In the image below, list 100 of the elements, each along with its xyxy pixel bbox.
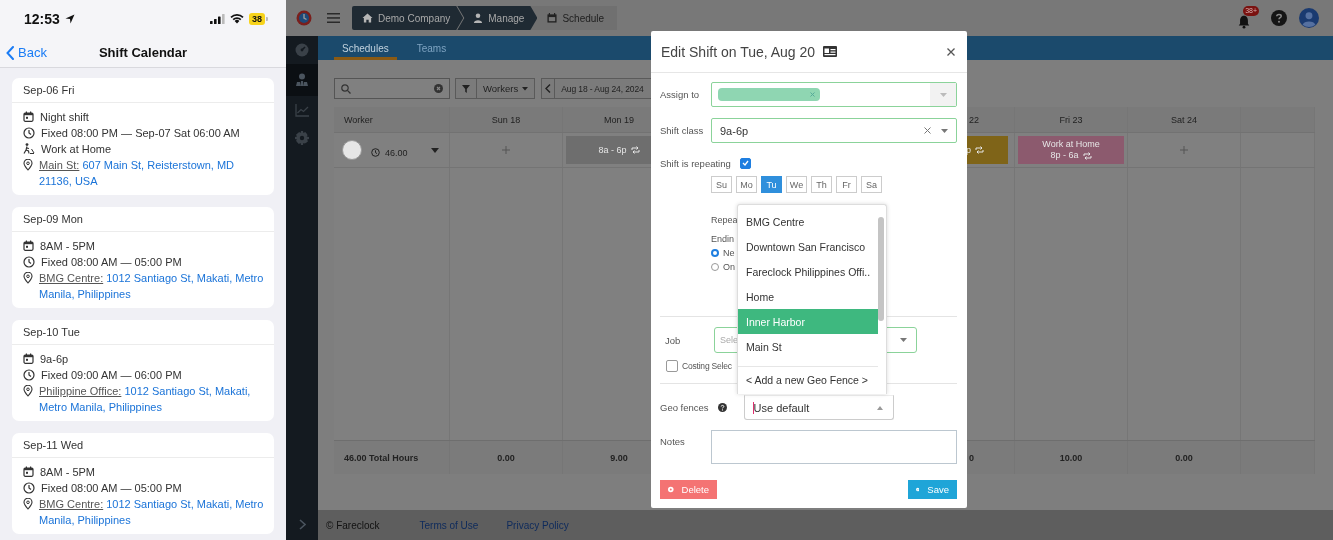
calendar-icon [23,466,34,477]
chart-icon [295,103,309,117]
weekday-toggle[interactable]: We [786,176,807,193]
map-pin-icon [23,159,33,171]
caret-icon [941,128,948,133]
filter-button[interactable] [455,78,477,99]
location-text: Main St: 607 Main St, Reisterstown, MD 21136, USA [39,158,236,189]
logo-icon[interactable] [296,10,312,26]
radio-button[interactable] [711,249,719,257]
card-date: Sep-06 Fri [12,78,274,103]
shift-name: Night shift [40,110,89,125]
field-label: Job [665,334,682,346]
calendar-icon [23,111,34,122]
weekday-toggle[interactable]: Sa [861,176,882,193]
caret-icon [876,405,883,410]
geo-fence-select[interactable]: Use default [743,395,894,420]
close-icon[interactable] [947,47,955,56]
back-button[interactable]: Back [6,45,47,60]
shift-label: p [966,144,971,156]
shift-label: 8a - 6p [598,144,627,156]
card-date: Sep-11 Wed [12,433,274,458]
column-header: Mon 19 [604,114,634,125]
dropdown-option[interactable]: Home [738,284,878,309]
radio-label: Ne [723,248,735,258]
radio-label: On [723,262,735,272]
plus-icon[interactable] [502,146,510,154]
column-header: Sun 18 [491,114,521,125]
id-card-icon [823,46,838,57]
dropdown-option[interactable]: BMG Centre [738,209,878,234]
field-label: Geo fences [660,402,709,413]
battery-indicator: 38 [249,13,268,25]
weekday-toggle[interactable]: Fr [836,176,857,193]
breadcrumb-item[interactable]: Demo Company [352,6,464,30]
people-icon [295,73,309,87]
total-hours: 46.00 Total Hours [344,452,419,463]
weekday-toggle[interactable]: Su [711,176,732,193]
column-header: Sat 24 [1171,114,1197,125]
person-icon [473,13,484,23]
screen-title: Shift Calendar [98,45,188,60]
avatar-icon[interactable] [1299,8,1319,28]
search-field[interactable] [334,78,450,99]
check-circle-icon [916,485,920,494]
caret-icon[interactable] [431,147,439,153]
notes-field[interactable] [711,430,957,464]
map-pin-icon [23,385,33,397]
worker-hours: 46.00 [385,147,408,158]
field-label: Endin [711,234,735,244]
repeating-checkbox[interactable] [739,157,751,169]
checkbox-label: Costing Selec [682,361,732,371]
calendar-icon [547,13,558,23]
search-icon [341,83,351,94]
add-geo-fence-option[interactable]: < Add a new Geo Fence > [738,367,878,392]
dialog-title: Edit Shift on Tue, Aug 20 [661,43,816,60]
calendar-icon [23,353,34,364]
chevron-right-icon[interactable] [298,519,306,530]
help-icon[interactable] [717,403,727,412]
total-hours: 0.00 [497,452,515,463]
remove-icon[interactable] [810,92,815,97]
previous-week-button[interactable] [541,78,556,99]
weekday-toggle[interactable]: Mo [736,176,757,193]
caret-icon [900,338,907,342]
weekday-toggle[interactable]: Th [811,176,832,193]
clock-icon [23,482,35,494]
costing-checkbox[interactable] [666,360,678,372]
tab[interactable]: Teams [408,36,455,60]
plus-icon[interactable] [1180,146,1188,154]
shift-name: 8AM - 5PM [40,239,95,254]
field-label: Notes [660,436,686,447]
gauge-icon [295,43,309,57]
weekday-toggle[interactable]: Tu [761,176,782,193]
scrollbar[interactable] [878,217,884,321]
map-pin-icon [23,498,33,510]
shift-class-select[interactable]: 9a-6p [711,118,957,143]
breadcrumb-item[interactable]: Manage [457,6,538,30]
caret-icon [522,86,529,91]
shift-block[interactable]: Work at Home 8p - 6a [1018,136,1124,164]
clear-icon[interactable] [924,127,931,134]
assign-to-select[interactable] [711,82,957,107]
field-label: Shift class [660,125,705,136]
dropdown-option[interactable]: Main St [738,334,878,359]
workers-dropdown[interactable]: Workers [476,78,536,99]
column-header: Fri 23 [1059,114,1083,125]
shift-name: 9a-6p [40,352,69,367]
shift-name: 8AM - 5PM [40,465,95,480]
bell-icon [1237,14,1251,29]
shift-time: Fixed 08:00 AM — 05:00 PM [41,481,182,496]
clear-icon[interactable] [434,84,443,93]
clock-icon [23,256,35,268]
breadcrumb-item[interactable]: Schedule [531,6,618,30]
person-icon [23,143,35,154]
copyright-text: © Fareclock [326,519,380,531]
menu-icon[interactable] [327,13,340,23]
sidebar-item[interactable] [286,64,318,96]
dropdown-option[interactable]: Downtown San Francisco [738,234,878,259]
chevron-left-icon [545,84,552,93]
dropdown-option[interactable]: Fareclock Philippines Offi.. [738,259,878,284]
column-header: Worker [344,114,373,125]
location-text: Philippine Office: 1012 Santiago St, Makati, Metro Manila, Philippines [39,384,252,415]
filter-icon [462,83,470,94]
clock-icon [23,369,35,381]
